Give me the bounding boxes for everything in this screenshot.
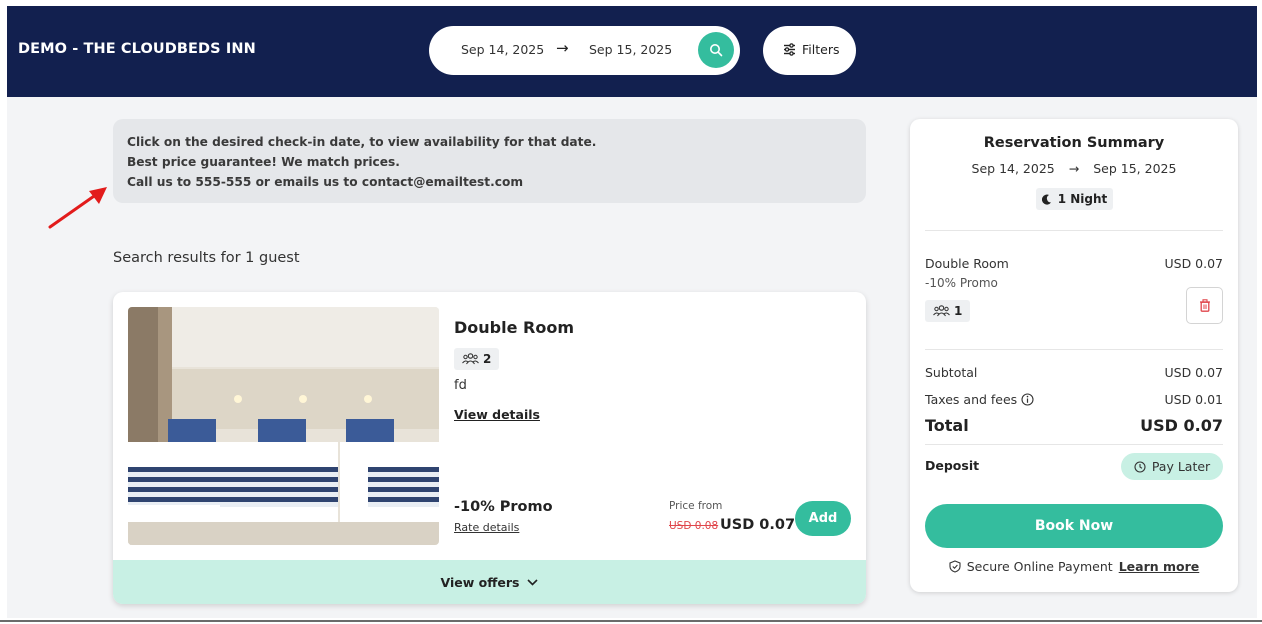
filters-icon xyxy=(784,43,795,56)
booking-page: DEMO - THE CLOUDBEDS INN Sep 14, 2025 → … xyxy=(7,6,1257,618)
total-value: USD 0.07 xyxy=(1140,416,1223,435)
learn-more-link[interactable]: Learn more xyxy=(1119,559,1200,574)
taxes-value: USD 0.01 xyxy=(1164,392,1223,407)
summary-dates: Sep 14, 2025 → Sep 15, 2025 xyxy=(910,161,1238,176)
taxes-row-label: Taxes and fees xyxy=(925,392,1034,407)
moon-icon xyxy=(1041,194,1051,205)
add-room-button[interactable]: Add xyxy=(795,501,851,536)
summary-rate-name: -10% Promo xyxy=(925,276,998,290)
room-name: Double Room xyxy=(454,318,574,337)
remove-room-button[interactable] xyxy=(1186,287,1223,324)
search-icon xyxy=(710,44,723,57)
reservation-summary: Reservation Summary Sep 14, 2025 → Sep 1… xyxy=(910,119,1238,592)
room-description: fd xyxy=(454,378,467,393)
divider xyxy=(925,444,1223,445)
nights-count: 1 Night xyxy=(1057,192,1108,206)
info-line-2: Best price guarantee! We match prices. xyxy=(127,155,400,169)
summary-room-price: USD 0.07 xyxy=(1164,256,1223,271)
bottom-border xyxy=(0,620,1262,622)
subtotal-label: Subtotal xyxy=(925,365,978,380)
red-arrow-annotation-icon xyxy=(48,187,107,229)
deposit-label: Deposit xyxy=(925,458,980,473)
search-button[interactable] xyxy=(698,32,734,68)
view-details-link[interactable]: View details xyxy=(454,407,540,422)
nights-badge: 1 Night xyxy=(1036,188,1113,210)
guests-icon xyxy=(462,353,479,365)
taxes-label: Taxes and fees xyxy=(925,392,1018,407)
trash-icon xyxy=(1200,299,1210,312)
guests-icon xyxy=(933,305,950,317)
rate-details-link[interactable]: Rate details xyxy=(454,521,519,534)
price-from-label: Price from xyxy=(669,500,723,512)
discounted-price: USD 0.07 xyxy=(720,517,796,533)
summary-guest-count: 1 xyxy=(954,304,963,318)
filters-label: Filters xyxy=(802,42,840,57)
book-now-button[interactable]: Book Now xyxy=(925,504,1223,548)
secure-payment-text: Secure Online Payment xyxy=(966,559,1113,574)
summary-checkout: Sep 15, 2025 xyxy=(1093,161,1177,176)
pay-later-badge: Pay Later xyxy=(1121,453,1223,480)
room-card: Double Room 2 fd View details -10% Promo… xyxy=(113,292,866,604)
info-message-box: Click on the desired check-in date, to v… xyxy=(113,119,866,203)
rate-name: -10% Promo xyxy=(454,499,553,515)
total-label: Total xyxy=(925,416,969,435)
hotel-name: DEMO - THE CLOUDBEDS INN xyxy=(18,41,256,57)
info-line-1: Click on the desired check-in date, to v… xyxy=(127,135,597,149)
info-line-3: Call us to 555-555 or emails us to conta… xyxy=(127,175,524,189)
filters-button[interactable]: Filters xyxy=(763,26,856,75)
view-offers-label: View offers xyxy=(440,574,520,590)
secure-payment-note: Secure Online Payment Learn more xyxy=(910,559,1238,574)
pay-later-label: Pay Later xyxy=(1151,459,1211,474)
chevron-down-icon xyxy=(527,578,539,586)
room-capacity: 2 xyxy=(483,352,492,366)
arrow-right-icon: → xyxy=(1068,161,1080,176)
divider xyxy=(925,230,1223,231)
summary-guest-badge: 1 xyxy=(925,300,971,322)
results-title: Search results for 1 guest xyxy=(113,250,300,266)
subtotal-value: USD 0.07 xyxy=(1164,365,1223,380)
summary-room-name: Double Room xyxy=(925,256,1009,271)
room-photo[interactable] xyxy=(128,307,439,545)
divider xyxy=(925,349,1223,350)
original-price: USD 0.08 xyxy=(669,520,719,532)
view-offers-toggle[interactable]: View offers xyxy=(113,560,866,604)
room-capacity-badge: 2 xyxy=(454,348,500,370)
date-range-picker[interactable]: Sep 14, 2025 → Sep 15, 2025 xyxy=(429,26,740,75)
arrow-right-icon: → xyxy=(556,39,569,57)
summary-checkin: Sep 14, 2025 xyxy=(971,161,1055,176)
summary-title: Reservation Summary xyxy=(983,135,1165,151)
room-image xyxy=(128,307,439,545)
checkout-date[interactable]: Sep 15, 2025 xyxy=(589,42,672,57)
checkin-date[interactable]: Sep 14, 2025 xyxy=(461,42,544,57)
info-icon[interactable] xyxy=(1021,393,1034,406)
clock-icon xyxy=(1134,460,1146,473)
header-bar: DEMO - THE CLOUDBEDS INN Sep 14, 2025 → … xyxy=(7,6,1257,97)
shield-icon xyxy=(949,560,961,573)
